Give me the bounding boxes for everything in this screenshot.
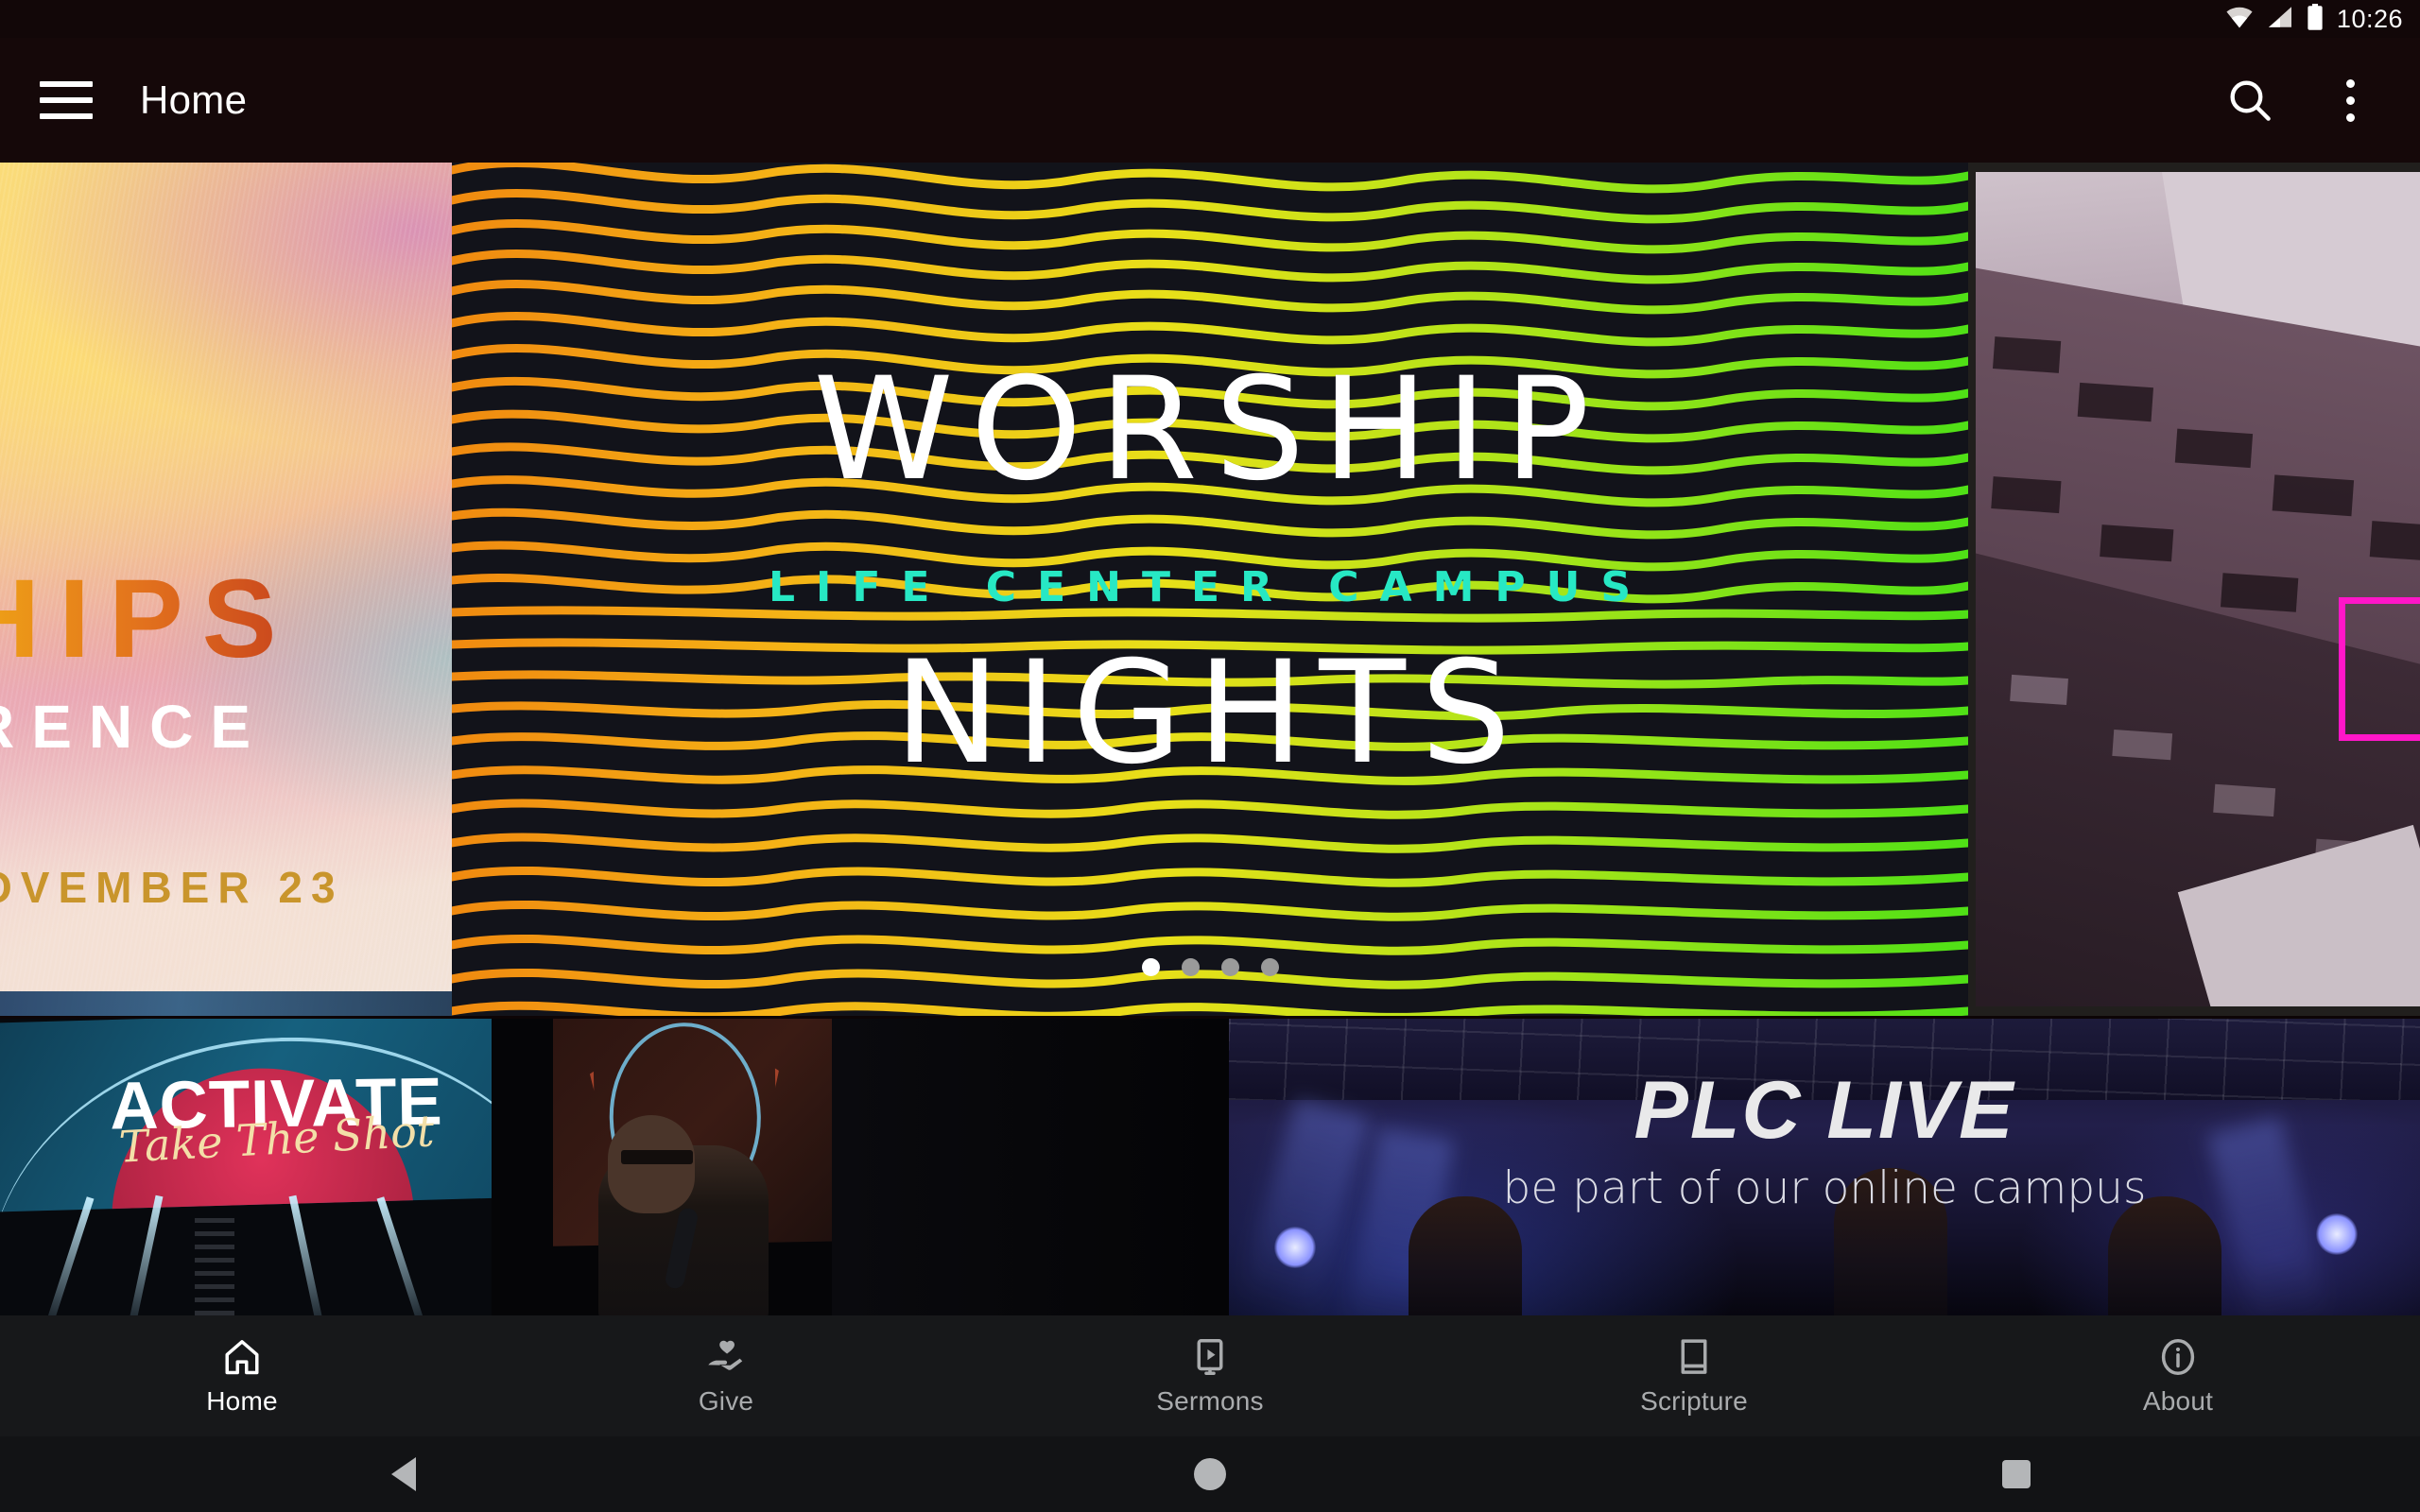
app-bar-actions [2221, 72, 2420, 129]
page-title: Home [140, 77, 248, 122]
cellular-signal-icon [2267, 6, 2293, 33]
book-icon [1672, 1335, 1716, 1379]
bottom-navigation-bar: Home Give Sermons Scripture About [0, 1315, 2420, 1436]
nav-item-sermons[interactable]: Sermons [968, 1335, 1452, 1417]
nav-item-give[interactable]: Give [484, 1335, 968, 1417]
recents-square-icon [2002, 1460, 2031, 1488]
pagination-dot-3[interactable] [1220, 958, 1239, 976]
recents-button[interactable] [1614, 1460, 2420, 1488]
status-bar: 10:26 [0, 0, 2420, 38]
home-icon [220, 1335, 264, 1379]
pagination-dot-4[interactable] [1260, 958, 1279, 976]
promo-card-speaker[interactable] [553, 1019, 1229, 1315]
app-bar: Home [0, 38, 2420, 163]
nav-item-scripture[interactable]: Scripture [1452, 1335, 1936, 1417]
home-circle-icon [1193, 1458, 1226, 1490]
hand-heart-icon [704, 1335, 748, 1379]
carousel-slide-architecture[interactable] [1976, 172, 2420, 1006]
battery-icon [2307, 3, 2324, 35]
slide-title-line1: WORSHIP [813, 348, 1607, 512]
slide-date-fragment: OVEMBER 23 [0, 863, 344, 912]
pagination-dot-1[interactable] [1141, 958, 1160, 976]
speaker-dark-area [832, 1019, 1229, 1315]
carousel-slide-worship-nights[interactable]: WORSHIP LIFE CENTER CAMPUS NIGHTS [452, 163, 1968, 1016]
slide-campus-label: LIFE CENTER CAMPUS [768, 563, 1652, 611]
search-icon[interactable] [2221, 72, 2278, 129]
plc-live-title: PLC LIVE [1634, 1065, 2015, 1156]
architecture-photo-art [1976, 172, 2420, 1006]
magenta-accent-frame [2339, 597, 2420, 741]
slide-subtitle-fragment: RENCE [0, 693, 268, 761]
nav-label-give: Give [698, 1386, 754, 1416]
nav-label-about: About [2142, 1386, 2214, 1416]
status-bar-time: 10:26 [2336, 4, 2403, 33]
android-system-navigation [0, 1436, 2420, 1512]
slide-title-line3: NIGHTS [893, 631, 1527, 796]
poster-bottom-band [0, 991, 452, 1016]
pagination-dot-2[interactable] [1181, 958, 1200, 976]
slide-title-fragment: HIPS [0, 555, 295, 683]
speaker-glasses [621, 1150, 693, 1164]
more-vertical-icon[interactable] [2322, 72, 2378, 129]
nav-label-sermons: Sermons [1156, 1386, 1264, 1416]
back-icon [390, 1457, 416, 1491]
promo-card-row: ACTIVATE Take The Shot PLC LIVE be part … [0, 1019, 2420, 1315]
carousel-slide-relationships[interactable]: HIPS RENCE OVEMBER 23 [0, 163, 452, 1016]
nav-label-scripture: Scripture [1640, 1386, 1748, 1416]
nav-item-home[interactable]: Home [0, 1335, 484, 1417]
speaker-head [608, 1115, 695, 1213]
video-play-icon [1188, 1335, 1232, 1379]
nav-label-home: Home [206, 1386, 278, 1416]
app-screen: 10:26 Home HIPS RENCE OVEMBER [0, 0, 2420, 1512]
hero-carousel[interactable]: HIPS RENCE OVEMBER 23 [0, 163, 2420, 1016]
app-bar-left: Home [0, 77, 247, 123]
wifi-icon [2225, 6, 2254, 33]
home-button[interactable] [806, 1458, 1613, 1490]
plc-live-subtitle: be part of our online campus [1502, 1162, 2147, 1214]
promo-card-activate[interactable]: ACTIVATE Take The Shot [0, 1019, 553, 1315]
hamburger-menu-icon[interactable] [40, 81, 93, 119]
nav-item-about[interactable]: About [1936, 1335, 2420, 1417]
back-button[interactable] [0, 1457, 806, 1491]
info-circle-icon [2156, 1335, 2200, 1379]
promo-card-plc-live[interactable]: PLC LIVE be part of our online campus [1229, 1019, 2420, 1315]
carousel-pagination[interactable] [452, 958, 1968, 976]
